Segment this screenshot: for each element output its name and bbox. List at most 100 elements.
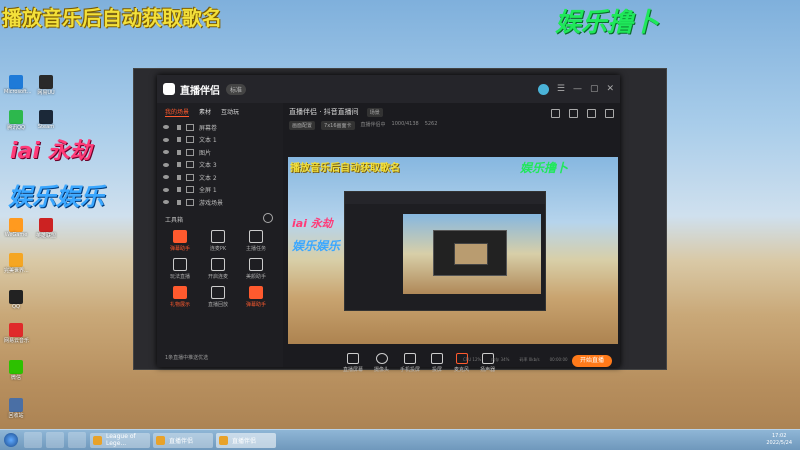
lock-icon[interactable] — [177, 137, 181, 143]
pinned-app[interactable] — [68, 432, 86, 448]
scene-title: 直播伴侣 · 抖音直播间 — [289, 108, 359, 116]
layer-row[interactable]: 游戏场景 — [157, 196, 283, 209]
desktop-icon-0[interactable]: Microsoft... — [4, 75, 32, 95]
tab-materials[interactable]: 素材 — [199, 107, 211, 117]
desktop-icon-4[interactable]: WeGame — [4, 218, 28, 238]
source-button[interactable]: 手机投屏 — [400, 353, 420, 373]
tool-item[interactable]: 礼物展示 — [161, 285, 199, 308]
maximize-icon[interactable]: ▢ — [590, 84, 599, 94]
desktop-icon-label: Steam — [37, 124, 55, 130]
eye-icon[interactable] — [163, 150, 169, 155]
scene-info-item[interactable]: 画面配置 — [289, 121, 316, 130]
share-icon[interactable] — [605, 109, 614, 118]
lock-icon[interactable] — [177, 199, 181, 205]
tool-label: 礼物展示 — [169, 301, 190, 308]
status-item: 内存 34% — [491, 357, 510, 362]
tool-item[interactable]: 直播回放 — [199, 285, 237, 308]
tool-item[interactable]: 弹幕助手 — [161, 229, 199, 252]
taskbar: League of Lege... 直播伴侣 直播伴侣 17:02 2022/5… — [0, 429, 800, 450]
tool-item[interactable]: 主播任务 — [237, 229, 275, 252]
lock-icon[interactable] — [177, 162, 181, 168]
app-icon — [9, 290, 23, 304]
grid-icon[interactable] — [587, 109, 596, 118]
taskbar-task[interactable]: 直播伴侣 — [153, 432, 213, 448]
preview-watermark-blue: 娱乐娱乐 — [292, 239, 341, 253]
desktop-icon-5[interactable]: 英雄联盟 — [34, 218, 58, 239]
tool-icon — [249, 285, 263, 299]
taskbar-task[interactable]: League of Lege... — [90, 432, 150, 448]
eye-icon[interactable] — [163, 125, 169, 130]
tab-interactive[interactable]: 互动玩 — [221, 107, 239, 117]
lock-icon[interactable] — [177, 124, 181, 130]
scene-info-item[interactable]: 7x16画面卡 — [321, 121, 355, 130]
lock-icon[interactable] — [177, 149, 181, 155]
desktop-icon-label: 完美世界... — [4, 268, 29, 274]
tool-item[interactable]: 美颜助手 — [237, 257, 275, 280]
layer-label: 文本 2 — [199, 174, 217, 182]
scene-stat: 5262 — [424, 121, 438, 127]
desktop-icon-3[interactable]: Steam — [34, 110, 58, 130]
desktop-icon-10[interactable]: 回收站 — [4, 398, 28, 419]
main-panel: 直播伴侣 · 抖音直播间 场景 画面配置 7x16画面卡 直播伴侣中 1000/… — [283, 103, 620, 373]
version-badge[interactable]: 标准 — [226, 83, 247, 95]
avatar[interactable] — [537, 83, 549, 95]
stream-preview[interactable]: 播放音乐后自动获取歌名 娱乐撸卜 iai 永劫 娱乐娱乐 — [288, 157, 618, 344]
tool-icon — [173, 257, 187, 271]
close-icon[interactable]: ✕ — [606, 84, 614, 94]
nested-preview — [403, 214, 541, 294]
lock-icon[interactable] — [177, 187, 181, 193]
source-type-icon — [186, 136, 194, 144]
layer-row[interactable]: 全屏 1 — [157, 184, 283, 197]
desktop-icon-7[interactable]: QQ — [4, 290, 28, 310]
pinned-app[interactable] — [24, 432, 42, 448]
eye-icon[interactable] — [163, 162, 169, 167]
desktop-icon-label: 微信 — [10, 375, 21, 381]
live-companion-window: 直播伴侣 标准 ☰ — ▢ ✕ 我的场景 素材 互动玩 屏幕卷 文本 1 图片 … — [157, 75, 620, 373]
eye-icon[interactable] — [163, 137, 169, 142]
save-icon[interactable] — [551, 109, 560, 118]
layer-row[interactable]: 文本 3 — [157, 159, 283, 172]
source-type-icon — [186, 173, 194, 181]
layer-row[interactable]: 文本 2 — [157, 171, 283, 184]
desktop-icon-6[interactable]: 完美世界... — [4, 253, 29, 274]
minimize-icon[interactable]: — — [573, 84, 582, 94]
app-icon — [39, 218, 53, 232]
pinned-app[interactable] — [46, 432, 64, 448]
eye-icon[interactable] — [163, 187, 169, 192]
eye-icon[interactable] — [163, 200, 169, 205]
tool-item[interactable]: 开启连麦 — [199, 257, 237, 280]
source-button[interactable]: 直播屏幕 — [343, 353, 363, 373]
layer-row[interactable]: 屏幕卷 — [157, 121, 283, 134]
camera-icon — [375, 353, 388, 364]
lock-icon[interactable] — [177, 174, 181, 180]
taskbar-clock[interactable]: 17:02 2022/5/24 — [766, 433, 792, 447]
lock-icon[interactable] — [569, 109, 578, 118]
eye-icon[interactable] — [163, 175, 169, 180]
desktop-icon-9[interactable]: 微信 — [4, 360, 28, 381]
overlay-title: 播放音乐后自动获取歌名 — [2, 6, 222, 30]
start-button[interactable] — [4, 433, 18, 447]
desktop-icon-label: 网易云音乐 — [4, 338, 30, 344]
tool-item[interactable]: 连麦PK — [199, 229, 237, 252]
taskbar-task[interactable]: 直播伴侣 — [216, 432, 276, 448]
scene-chip[interactable]: 场景 — [366, 107, 383, 117]
source-button[interactable]: 投屏 — [431, 353, 444, 373]
tab-my-scenes[interactable]: 我的场景 — [165, 107, 190, 117]
scene-stat: 1000/4138 — [391, 121, 419, 127]
desktop-icon-2[interactable]: 腾讯QQ — [4, 110, 28, 131]
tool-item[interactable]: 弹幕助手 — [237, 285, 275, 308]
desktop-icon-1[interactable]: 网易UU — [34, 75, 58, 96]
desktop-icon-label: QQ — [12, 304, 20, 310]
desktop-icon-8[interactable]: 网易云音乐 — [4, 323, 30, 344]
add-tool-icon[interactable] — [263, 212, 273, 223]
sidebar-footer[interactable]: 1条直播中推送优选 — [165, 354, 208, 361]
tool-item[interactable]: 玩法直播 — [161, 257, 199, 280]
source-button[interactable]: 扬声器 — [480, 353, 495, 373]
go-live-button[interactable]: 开始直播 — [572, 355, 612, 367]
source-button[interactable]: 麦克风 — [454, 353, 469, 373]
layer-row[interactable]: 图片 — [157, 146, 283, 159]
layer-row[interactable]: 文本 1 — [157, 134, 283, 147]
source-type-icon — [186, 198, 194, 206]
source-button[interactable]: 摄像头 — [374, 353, 389, 373]
menu-icon[interactable]: ☰ — [557, 84, 565, 94]
